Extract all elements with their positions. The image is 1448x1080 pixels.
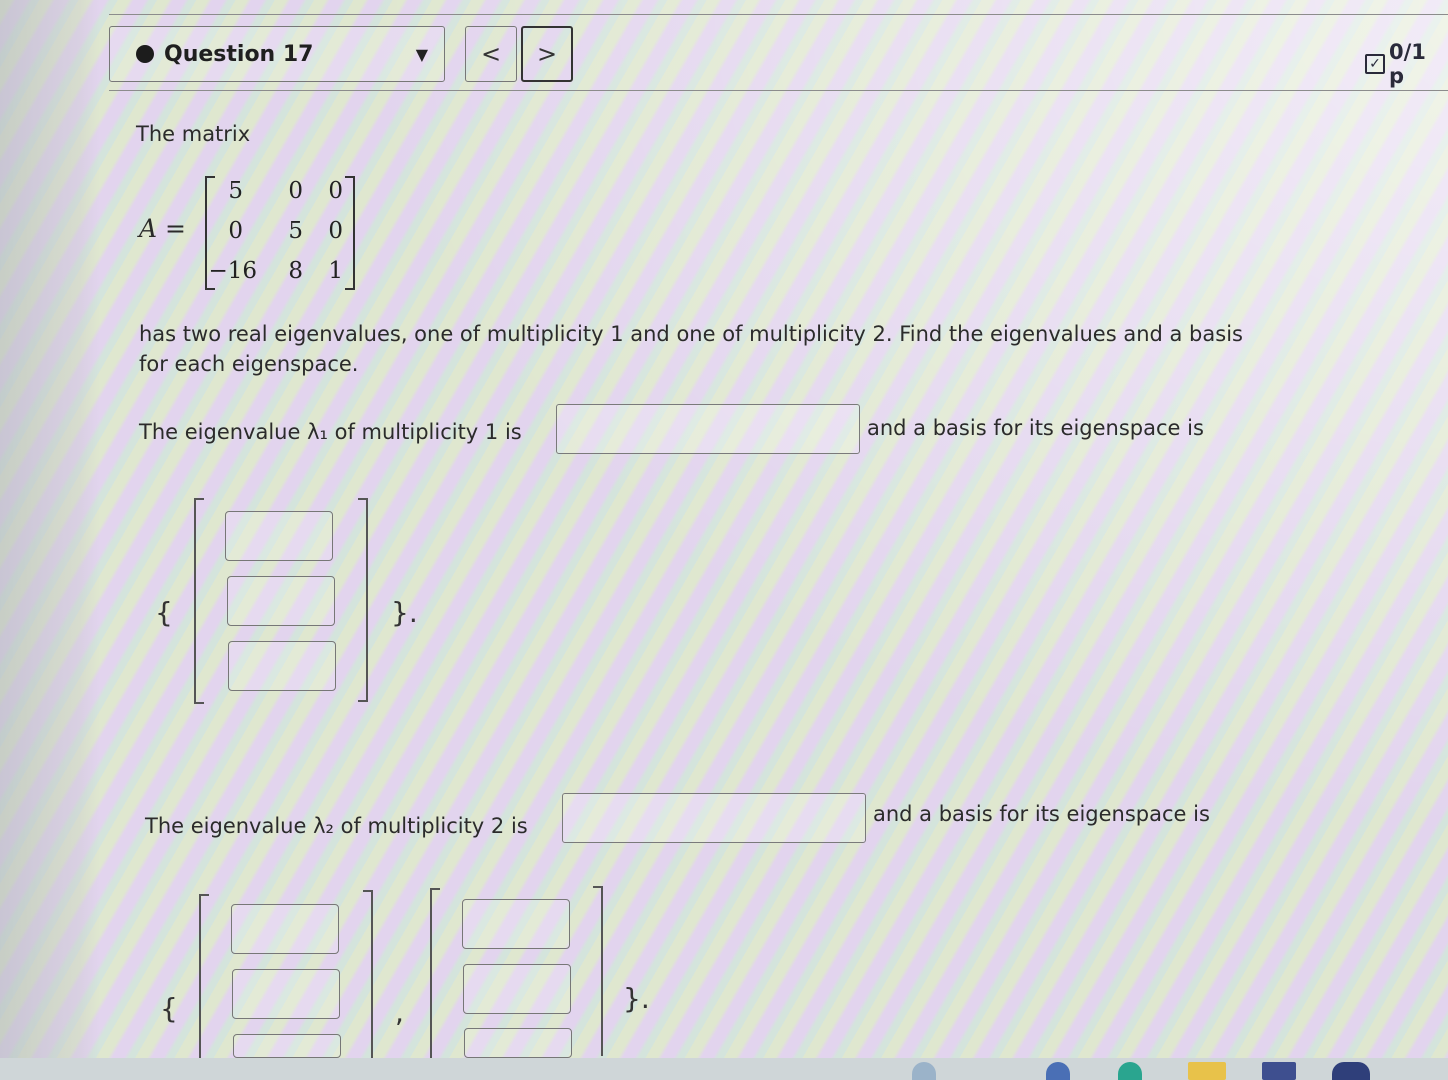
- open-brace: {: [155, 596, 173, 629]
- eigenvalue-2-input[interactable]: [562, 793, 866, 843]
- statement-line-1: has two real eigenvalues, one of multipl…: [139, 322, 1243, 346]
- matrix-name: A =: [139, 214, 186, 243]
- question-label: Question 17: [164, 41, 314, 67]
- score-value: 0/1 p: [1388, 40, 1426, 88]
- taskbar: [0, 1058, 1448, 1080]
- intro-text: The matrix: [136, 122, 251, 146]
- chevron-right-icon: >: [536, 40, 558, 68]
- top-divider: [109, 14, 1448, 15]
- basis2-v1-entry2-input[interactable]: [232, 969, 340, 1019]
- app-icon[interactable]: [1262, 1062, 1296, 1080]
- app-icon[interactable]: [1118, 1062, 1142, 1080]
- basis1-v1-entry2-input[interactable]: [227, 576, 335, 626]
- eigenvalue-1-prompt: The eigenvalue λ₁ of multiplicity 1 is: [139, 420, 522, 444]
- open-brace-2: {: [160, 992, 178, 1025]
- next-question-button[interactable]: >: [521, 26, 573, 82]
- matrix-cell: −16: [208, 258, 257, 284]
- vector-left-bracket: [194, 498, 204, 704]
- eigenvalue-2-prompt: The eigenvalue λ₂ of multiplicity 2 is: [145, 814, 528, 838]
- matrix-cell: 0: [228, 218, 243, 244]
- app-icon[interactable]: [912, 1062, 936, 1080]
- matrix-cell: 5: [288, 218, 303, 244]
- matrix-cell: 8: [288, 258, 303, 284]
- vector-left-bracket: [199, 894, 209, 1064]
- basis2-v1-entry1-input[interactable]: [231, 904, 339, 954]
- vector-separator: ,: [395, 996, 404, 1029]
- basis1-v1-entry1-input[interactable]: [225, 511, 333, 561]
- close-brace-2: }.: [623, 982, 650, 1015]
- basis2-v2-entry3-input[interactable]: [464, 1028, 572, 1058]
- matrix-cell: 0: [328, 218, 343, 244]
- vector-right-bracket: [593, 886, 603, 1056]
- chevron-left-icon: <: [480, 40, 502, 68]
- eigenvalue-1-input[interactable]: [556, 404, 860, 454]
- vector-right-bracket: [358, 498, 368, 702]
- previous-question-button[interactable]: <: [465, 26, 517, 82]
- question-selector[interactable]: Question 17 ▼: [109, 26, 445, 82]
- folder-icon[interactable]: [1188, 1062, 1226, 1080]
- checkbox-icon: ✓: [1365, 54, 1385, 74]
- basis2-v2-entry1-input[interactable]: [462, 899, 570, 949]
- status-dot-icon: [136, 45, 154, 63]
- basis1-v1-entry3-input[interactable]: [228, 641, 336, 691]
- basis2-v2-entry2-input[interactable]: [463, 964, 571, 1014]
- eigenvalue-1-basis-prompt: and a basis for its eigenspace is: [867, 416, 1204, 440]
- close-brace: }.: [391, 596, 418, 629]
- matrix-a: 5 0 0 0 5 0 −16 8 1: [205, 176, 355, 290]
- statement-line-2: for each eigenspace.: [139, 352, 359, 376]
- app-icon[interactable]: [1332, 1062, 1370, 1080]
- vector-left-bracket: [430, 888, 440, 1058]
- eigenvalue-2-basis-prompt: and a basis for its eigenspace is: [873, 802, 1210, 826]
- matrix-cell: 5: [228, 178, 243, 204]
- matrix-cell: 0: [328, 178, 343, 204]
- vector-right-bracket: [363, 890, 373, 1060]
- header-divider: [109, 90, 1448, 91]
- caret-down-icon: ▼: [415, 44, 428, 64]
- app-icon[interactable]: [1046, 1062, 1070, 1080]
- matrix-cell: 1: [328, 258, 343, 284]
- question-page: Question 17 ▼ < > ✓ 0/1 p The matrix A =…: [95, 0, 1448, 1064]
- matrix-cell: 0: [288, 178, 303, 204]
- basis2-v1-entry3-input[interactable]: [233, 1034, 341, 1058]
- score-indicator: ✓ 0/1 p: [1365, 40, 1448, 88]
